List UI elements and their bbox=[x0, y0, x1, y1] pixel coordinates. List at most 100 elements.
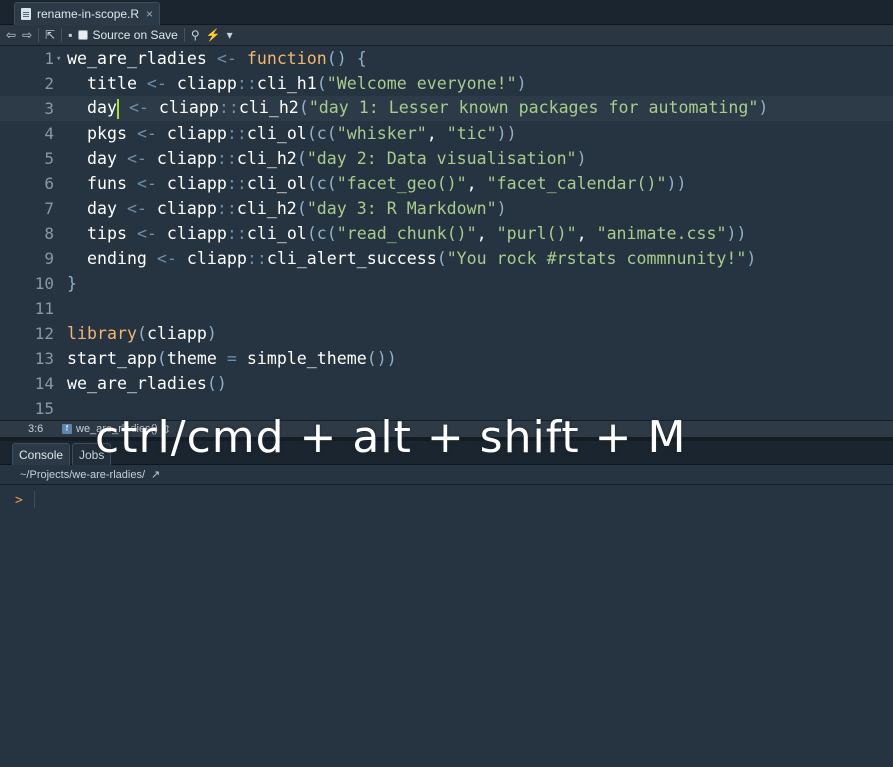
line-number: 8 bbox=[44, 224, 54, 243]
console-pane: Console Jobs ~/Projects/we-are-rladies/ … bbox=[0, 441, 893, 767]
code-token: = bbox=[216, 349, 247, 368]
code-token: cli_h1 bbox=[256, 74, 317, 93]
code-line: 8 tips <- cliapp::cli_ol(c("read_chunk()… bbox=[0, 221, 893, 246]
file-tab[interactable]: rename-in-scope.R × bbox=[14, 2, 160, 25]
code-token: day bbox=[67, 149, 117, 168]
code-token: ( bbox=[436, 249, 447, 268]
console-prompt: > bbox=[15, 493, 23, 508]
magic-wand-icon[interactable]: ⚡ bbox=[206, 29, 221, 41]
code-token: "day 2: Data visualisation" bbox=[306, 149, 577, 168]
search-icon[interactable]: ⚲ bbox=[191, 29, 200, 41]
code-token: )) bbox=[496, 124, 517, 143]
code-token: cli_ol bbox=[246, 124, 307, 143]
code-token: :: bbox=[236, 74, 257, 93]
checkbox-box[interactable] bbox=[78, 30, 89, 40]
editor-toolbar: ⇦ ⇨ ⇱ ▪ Source on Save ⚲ ⚡ ▾ bbox=[0, 25, 893, 46]
go-to-directory-icon[interactable]: ↗ bbox=[151, 468, 160, 481]
toolbar-divider bbox=[61, 28, 63, 42]
code-token: cliapp bbox=[156, 199, 217, 218]
code-token: ) bbox=[516, 74, 527, 93]
source-on-save-checkbox[interactable]: Source on Save bbox=[78, 28, 178, 42]
code-token: :: bbox=[216, 199, 237, 218]
code-line: 9 ending <- cliapp::cli_alert_success("Y… bbox=[0, 246, 893, 271]
code-token: :: bbox=[226, 124, 247, 143]
tab-console[interactable]: Console bbox=[12, 443, 71, 465]
code-token: library bbox=[67, 324, 137, 343]
code-token: cli_h2 bbox=[238, 98, 299, 118]
code-token: :: bbox=[218, 98, 239, 118]
code-token: cli_h2 bbox=[236, 149, 297, 168]
code-line: 11 bbox=[0, 296, 893, 321]
line-number: 15 bbox=[34, 399, 54, 418]
code-token: ( bbox=[316, 74, 327, 93]
code-token: (c( bbox=[306, 174, 337, 193]
close-tab-icon[interactable]: × bbox=[146, 8, 153, 20]
code-token: ( bbox=[136, 324, 147, 343]
code-token: cliapp bbox=[186, 249, 247, 268]
function-icon: f bbox=[62, 424, 72, 434]
code-token: funs bbox=[67, 174, 127, 193]
line-number: 4 bbox=[44, 124, 54, 143]
code-token: <- bbox=[136, 74, 177, 93]
code-token: "animate.css" bbox=[596, 224, 727, 243]
source-editor-pane: rename-in-scope.R × ⇦ ⇨ ⇱ ▪ Source on Sa… bbox=[0, 0, 893, 437]
code-token: ending bbox=[67, 249, 147, 268]
code-token: day bbox=[67, 199, 117, 218]
code-token: <- bbox=[126, 224, 167, 243]
back-arrow-icon[interactable]: ⇦ bbox=[6, 29, 16, 41]
code-token: ) bbox=[758, 98, 769, 118]
line-number: 6 bbox=[44, 174, 54, 193]
line-number: 10 bbox=[34, 274, 54, 293]
code-token: cliapp bbox=[166, 174, 227, 193]
code-token: ( bbox=[298, 98, 309, 118]
code-token: start_app bbox=[67, 349, 157, 368]
code-token: "facet_calendar()" bbox=[486, 174, 667, 193]
line-number: 11 bbox=[34, 299, 54, 318]
console-path-bar: ~/Projects/we-are-rladies/ ↗ bbox=[0, 465, 893, 485]
code-token: ) bbox=[576, 149, 587, 168]
keyboard-shortcut-caption: ctrl/cmd + alt + shift + M bbox=[95, 412, 687, 463]
save-icon[interactable]: ▪ bbox=[68, 29, 72, 41]
chevron-down-icon[interactable]: ▾ bbox=[227, 29, 233, 41]
code-editor[interactable]: 1 ▾ we_are_rladies <- function() { 2 title… bbox=[0, 46, 893, 420]
code-token: we_are_rladies bbox=[67, 374, 207, 393]
code-token: "day 3: R Markdown" bbox=[306, 199, 497, 218]
source-on-save-label: Source on Save bbox=[92, 28, 178, 42]
code-token: ) bbox=[496, 199, 507, 218]
code-token: <- bbox=[116, 199, 157, 218]
line-number: 2 bbox=[44, 74, 54, 93]
line-number: 1 bbox=[44, 49, 54, 68]
code-token: cliapp bbox=[156, 149, 217, 168]
code-line: 12 library(cliapp) bbox=[0, 321, 893, 346]
code-line: 2 title <- cliapp::cli_h1("Welcome every… bbox=[0, 71, 893, 96]
code-token: ( bbox=[296, 149, 307, 168]
code-token: ()) bbox=[366, 349, 397, 368]
code-token: <- bbox=[206, 49, 247, 68]
code-line: 5 day <- cliapp::cli_h2("day 2: Data vis… bbox=[0, 146, 893, 171]
forward-arrow-icon[interactable]: ⇨ bbox=[22, 29, 32, 41]
code-token: we_are_rladies bbox=[67, 49, 207, 68]
code-token: "whisker" bbox=[336, 124, 427, 143]
code-token: <- bbox=[118, 98, 159, 118]
code-token: } bbox=[67, 274, 77, 293]
code-token: )) bbox=[726, 224, 747, 243]
code-line: 13 start_app(theme = simple_theme()) bbox=[0, 346, 893, 371]
code-token: cliapp bbox=[166, 124, 227, 143]
show-in-new-window-icon[interactable]: ⇱ bbox=[45, 29, 55, 41]
console-caret bbox=[34, 491, 35, 508]
code-token: () { bbox=[326, 49, 367, 68]
editor-tab-strip: rename-in-scope.R × bbox=[0, 0, 893, 25]
code-token: )) bbox=[666, 174, 687, 193]
code-token: , bbox=[476, 224, 497, 243]
cursor-position: 3:6 bbox=[28, 423, 44, 435]
fold-arrow-icon[interactable]: ▾ bbox=[54, 54, 67, 64]
console-output[interactable]: > bbox=[0, 485, 893, 767]
line-number: 7 bbox=[44, 199, 54, 218]
code-token: "You rock #rstats commnunity!" bbox=[446, 249, 747, 268]
code-line: 6 funs <- cliapp::cli_ol(c("facet_geo()"… bbox=[0, 171, 893, 196]
code-token: ) bbox=[206, 324, 217, 343]
line-number: 3 bbox=[44, 99, 54, 118]
code-token: <- bbox=[126, 174, 167, 193]
code-token: "read_chunk()" bbox=[336, 224, 477, 243]
code-token: function bbox=[246, 49, 327, 68]
